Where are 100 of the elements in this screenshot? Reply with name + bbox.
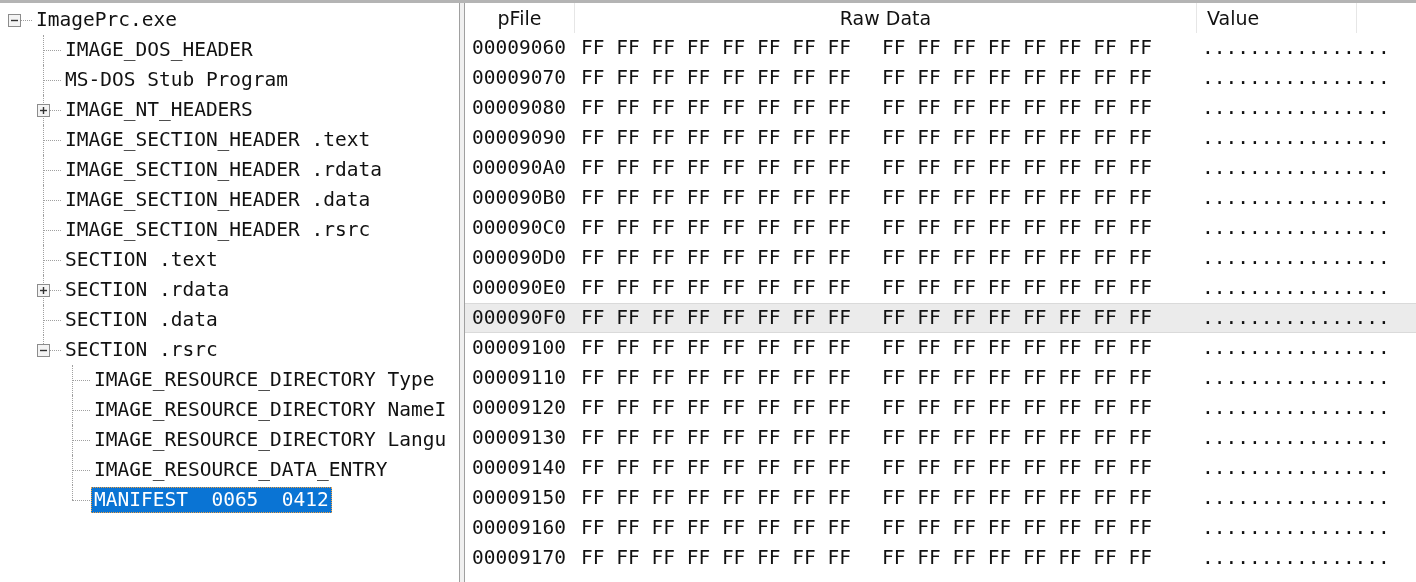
column-header[interactable]: Value bbox=[1197, 3, 1357, 33]
table-row[interactable]: 00009170 FF FF FF FF FF FF FF FF FF FF FF FF FF FF FF FF ................ bbox=[465, 543, 1416, 573]
offset-cell-text: 00009170 bbox=[471, 545, 567, 572]
hex-bytes: FF FF FF FF FF FF FF FF bbox=[882, 395, 1153, 422]
ascii-value: ................ bbox=[1201, 125, 1390, 152]
table-row[interactable]: 00009150 FF FF FF FF FF FF FF FF FF FF FF FF FF FF FF FF ................ bbox=[465, 483, 1416, 513]
tree-item[interactable]: IMAGE_NT_HEADERS bbox=[62, 97, 256, 123]
hex-bytes: FF FF FF FF FF FF FF FF bbox=[882, 35, 1153, 62]
ascii-value: ................ bbox=[1201, 305, 1390, 332]
ascii-value: ................ bbox=[1201, 335, 1390, 362]
hex-bytes: FF FF FF FF FF FF FF FF bbox=[882, 245, 1153, 272]
table-row[interactable]: 000090D0 FF FF FF FF FF FF FF FF FF FF FF FF FF FF FF FF ................ bbox=[465, 243, 1416, 273]
hex-bytes: FF FF FF FF FF FF FF FF bbox=[581, 35, 852, 62]
collapse-icon[interactable] bbox=[37, 344, 50, 357]
tree-item[interactable]: MANIFEST 0065 0412 bbox=[91, 487, 332, 513]
hex-bytes: FF FF FF FF FF FF FF FF bbox=[581, 215, 852, 242]
offset-cell-text: 00009160 bbox=[471, 515, 567, 542]
hex-bytes: FF FF FF FF FF FF FF FF bbox=[882, 305, 1153, 332]
offset-cell-text: 000090B0 bbox=[471, 185, 567, 212]
ascii-value: ................ bbox=[1201, 185, 1390, 212]
offset-cell-text: 00009070 bbox=[471, 65, 567, 92]
tree-item[interactable]: ImagePrc.exe bbox=[33, 7, 180, 33]
table-row[interactable]: 00009110 FF FF FF FF FF FF FF FF FF FF FF FF FF FF FF FF ................ bbox=[465, 363, 1416, 393]
offset-cell-text: 00009140 bbox=[471, 455, 567, 482]
offset-cell-text: 000090F0 bbox=[471, 305, 567, 332]
hex-bytes: FF FF FF FF FF FF FF FF bbox=[882, 515, 1153, 542]
table-row[interactable]: 00009100 FF FF FF FF FF FF FF FF FF FF FF FF FF FF FF FF ................ bbox=[465, 333, 1416, 363]
table-row[interactable]: 00009090 FF FF FF FF FF FF FF FF FF FF FF FF FF FF FF FF ................ bbox=[465, 123, 1416, 153]
hex-bytes: FF FF FF FF FF FF FF FF bbox=[581, 335, 852, 362]
expand-icon[interactable] bbox=[37, 104, 50, 117]
hex-bytes: FF FF FF FF FF FF FF FF bbox=[882, 545, 1153, 572]
ascii-value: ................ bbox=[1201, 515, 1390, 542]
hex-bytes: FF FF FF FF FF FF FF FF bbox=[882, 455, 1153, 482]
tree-item[interactable]: MS-DOS Stub Program bbox=[62, 67, 292, 93]
hex-bytes: FF FF FF FF FF FF FF FF bbox=[581, 515, 852, 542]
offset-cell-text: 000090E0 bbox=[471, 275, 567, 302]
tree-item[interactable]: IMAGE_RESOURCE_DIRECTORY Langu bbox=[91, 427, 450, 453]
ascii-value: ................ bbox=[1201, 365, 1390, 392]
table-row[interactable]: 00009130 FF FF FF FF FF FF FF FF FF FF FF FF FF FF FF FF ................ bbox=[465, 423, 1416, 453]
ascii-value: ................ bbox=[1201, 65, 1390, 92]
table-row[interactable]: 00009120 FF FF FF FF FF FF FF FF FF FF FF FF FF FF FF FF ................ bbox=[465, 393, 1416, 423]
ascii-value: ................ bbox=[1201, 155, 1390, 182]
hex-bytes: FF FF FF FF FF FF FF FF bbox=[581, 125, 852, 152]
table-row[interactable]: 000090A0 FF FF FF FF FF FF FF FF FF FF FF FF FF FF FF FF ................ bbox=[465, 153, 1416, 183]
tree-item[interactable]: IMAGE_DOS_HEADER bbox=[62, 37, 256, 63]
hex-bytes: FF FF FF FF FF FF FF FF bbox=[581, 185, 852, 212]
hex-bytes: FF FF FF FF FF FF FF FF bbox=[882, 215, 1153, 242]
offset-cell-text: 000090C0 bbox=[471, 215, 567, 242]
tree-item[interactable]: SECTION .rsrc bbox=[62, 337, 221, 363]
ascii-value: ................ bbox=[1201, 485, 1390, 512]
hex-bytes: FF FF FF FF FF FF FF FF bbox=[581, 545, 852, 572]
hex-bytes: FF FF FF FF FF FF FF FF bbox=[882, 335, 1153, 362]
tree-item[interactable]: IMAGE_RESOURCE_DIRECTORY NameI bbox=[91, 397, 450, 423]
tree-item[interactable]: SECTION .data bbox=[62, 307, 221, 333]
tree-item[interactable]: IMAGE_RESOURCE_DATA_ENTRY bbox=[91, 457, 391, 483]
table-row[interactable]: 00009140 FF FF FF FF FF FF FF FF FF FF FF FF FF FF FF FF ................ bbox=[465, 453, 1416, 483]
offset-cell-text: 00009100 bbox=[471, 335, 567, 362]
ascii-value: ................ bbox=[1201, 35, 1390, 62]
hex-bytes: FF FF FF FF FF FF FF FF bbox=[581, 65, 852, 92]
table-row[interactable]: 000090E0 FF FF FF FF FF FF FF FF FF FF FF FF FF FF FF FF ................ bbox=[465, 273, 1416, 303]
hex-bytes: FF FF FF FF FF FF FF FF bbox=[882, 275, 1153, 302]
hex-bytes: FF FF FF FF FF FF FF FF bbox=[882, 185, 1153, 212]
tree-item[interactable]: IMAGE_RESOURCE_DIRECTORY Type bbox=[91, 367, 438, 393]
table-row[interactable]: 000090B0 FF FF FF FF FF FF FF FF FF FF FF FF FF FF FF FF ................ bbox=[465, 183, 1416, 213]
hex-bytes: FF FF FF FF FF FF FF FF bbox=[882, 485, 1153, 512]
hex-bytes: FF FF FF FF FF FF FF FF bbox=[882, 155, 1153, 182]
column-header[interactable]: pFile bbox=[465, 3, 575, 33]
table-row[interactable]: 00009160 FF FF FF FF FF FF FF FF FF FF FF FF FF FF FF FF ................ bbox=[465, 513, 1416, 543]
ascii-value: ................ bbox=[1201, 455, 1390, 482]
hex-bytes: FF FF FF FF FF FF FF FF bbox=[581, 155, 852, 182]
hex-bytes: FF FF FF FF FF FF FF FF bbox=[581, 305, 852, 332]
hex-bytes: FF FF FF FF FF FF FF FF bbox=[882, 425, 1153, 452]
table-row[interactable]: 00009060 FF FF FF FF FF FF FF FF FF FF FF FF FF FF FF FF ................ bbox=[465, 33, 1416, 63]
table-row[interactable]: 000090C0 FF FF FF FF FF FF FF FF FF FF FF FF FF FF FF FF ................ bbox=[465, 213, 1416, 243]
column-header[interactable]: Raw Data bbox=[575, 3, 1197, 33]
ascii-value: ................ bbox=[1201, 425, 1390, 452]
offset-cell-text: 00009130 bbox=[471, 425, 567, 452]
tree-item[interactable]: IMAGE_SECTION_HEADER .data bbox=[62, 187, 374, 213]
ascii-value: ................ bbox=[1201, 95, 1390, 122]
hex-bytes: FF FF FF FF FF FF FF FF bbox=[581, 455, 852, 482]
table-row[interactable]: 000090F0 FF FF FF FF FF FF FF FF FF FF FF FF FF FF FF FF ................ bbox=[465, 303, 1416, 333]
tree-item[interactable]: IMAGE_SECTION_HEADER .rsrc bbox=[62, 217, 374, 243]
table-row[interactable]: 00009080 FF FF FF FF FF FF FF FF FF FF FF FF FF FF FF FF ................ bbox=[465, 93, 1416, 123]
offset-cell-text: 00009080 bbox=[471, 95, 567, 122]
offset-cell-text: 00009110 bbox=[471, 365, 567, 392]
tree-item[interactable]: IMAGE_SECTION_HEADER .text bbox=[62, 127, 374, 153]
collapse-icon[interactable] bbox=[8, 14, 21, 27]
tree-item[interactable]: SECTION .rdata bbox=[62, 277, 233, 303]
hex-bytes: FF FF FF FF FF FF FF FF bbox=[581, 275, 852, 302]
expand-icon[interactable] bbox=[37, 284, 50, 297]
hex-bytes: FF FF FF FF FF FF FF FF bbox=[882, 365, 1153, 392]
tree-item[interactable]: SECTION .text bbox=[62, 247, 221, 273]
table-row[interactable]: 00009070 FF FF FF FF FF FF FF FF FF FF FF FF FF FF FF FF ................ bbox=[465, 63, 1416, 93]
hex-bytes: FF FF FF FF FF FF FF FF bbox=[581, 95, 852, 122]
ascii-value: ................ bbox=[1201, 275, 1390, 302]
offset-cell-text: 000090D0 bbox=[471, 245, 567, 272]
offset-cell-text: 00009120 bbox=[471, 395, 567, 422]
hex-bytes: FF FF FF FF FF FF FF FF bbox=[882, 125, 1153, 152]
ascii-value: ................ bbox=[1201, 245, 1390, 272]
tree-item[interactable]: IMAGE_SECTION_HEADER .rdata bbox=[62, 157, 385, 183]
